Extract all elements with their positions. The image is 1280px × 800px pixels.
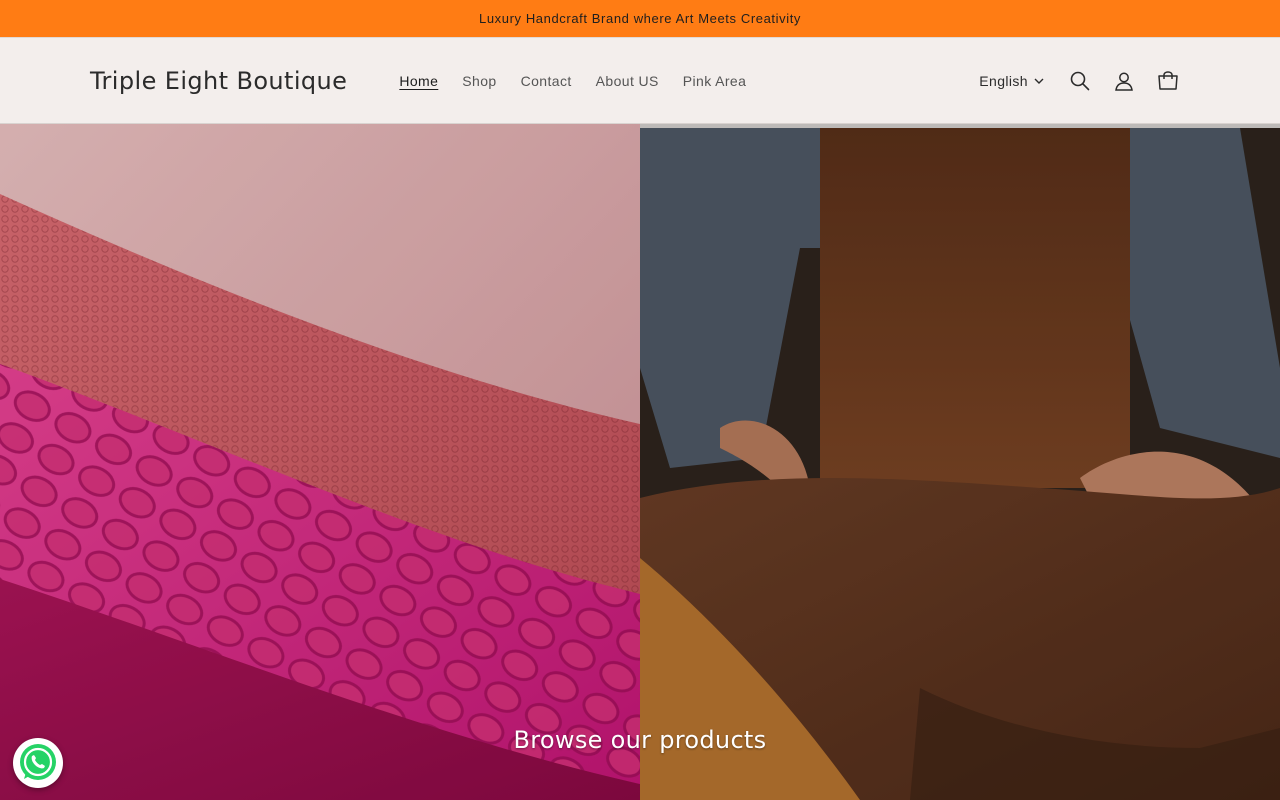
nav-pink-area[interactable]: Pink Area — [671, 65, 759, 97]
account-icon — [1115, 72, 1133, 91]
hero-banner: Browse our products — [0, 124, 1280, 800]
account-button[interactable] — [1102, 59, 1146, 103]
whatsapp-icon — [20, 744, 56, 780]
language-label: English — [979, 72, 1028, 89]
nav-about-us[interactable]: About US — [584, 65, 671, 97]
leather-swatches-illustration — [0, 124, 640, 800]
nav-contact[interactable]: Contact — [509, 65, 584, 97]
cart-icon — [1158, 70, 1178, 90]
header-actions: English — [979, 59, 1190, 103]
chevron-down-icon — [1034, 78, 1044, 84]
search-button[interactable] — [1058, 59, 1102, 103]
search-icon — [1070, 71, 1090, 90]
announcement-bar: Luxury Handcraft Brand where Art Meets C… — [0, 0, 1280, 38]
site-header: Triple Eight Boutique Home Shop Contact … — [0, 38, 1280, 124]
hero-image-leather-swatches — [0, 124, 640, 800]
main-nav: Home Shop Contact About US Pink Area — [387, 65, 758, 97]
craftsman-illustration — [640, 128, 1280, 800]
announcement-text: Luxury Handcraft Brand where Art Meets C… — [478, 11, 802, 26]
nav-home[interactable]: Home — [387, 65, 450, 97]
cart-button[interactable] — [1146, 59, 1190, 103]
hero-image-leather-craftsman — [640, 124, 1280, 800]
hero-caption[interactable]: Browse our products — [0, 726, 1280, 754]
nav-shop[interactable]: Shop — [450, 65, 508, 97]
language-selector[interactable]: English — [979, 73, 1044, 89]
whatsapp-chat-button[interactable] — [13, 738, 63, 788]
brand-logo-text[interactable]: Triple Eight Boutique — [90, 67, 347, 95]
